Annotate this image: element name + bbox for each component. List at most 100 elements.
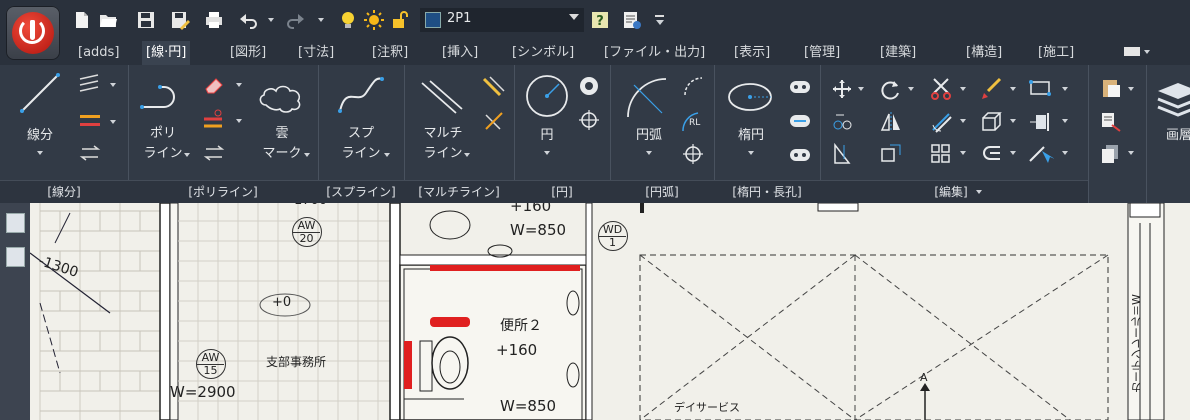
crosshair-circle-icon[interactable] xyxy=(682,143,704,165)
room-name-toilet: 便所２ xyxy=(500,318,542,334)
fillet-icon[interactable] xyxy=(980,143,1002,165)
tab-line-circle[interactable]: [線·円] xyxy=(142,41,191,65)
cloud-label-1[interactable]: 雲 xyxy=(252,125,312,142)
mirror-flag-icon[interactable] xyxy=(832,143,852,165)
save-as-icon[interactable] xyxy=(170,10,190,30)
line-button-label[interactable]: 線分 xyxy=(8,127,72,144)
open-folder-icon[interactable] xyxy=(98,10,118,30)
cloud-label-2[interactable]: マーク xyxy=(252,145,312,162)
redo-dropdown-icon[interactable] xyxy=(316,10,326,30)
paste-icon[interactable] xyxy=(1100,77,1122,99)
chevron-down-icon xyxy=(975,190,982,194)
multiple-lines-icon[interactable] xyxy=(78,73,102,93)
tab-symbol[interactable]: [シンボル] xyxy=(512,41,574,65)
ellipse-button-label[interactable]: 楕円 xyxy=(718,127,784,144)
layer-name: 2P1 xyxy=(447,11,472,26)
tab-file-output[interactable]: [ファイル・出力] xyxy=(604,41,705,65)
line-icon[interactable] xyxy=(18,71,62,115)
polyline-icon[interactable] xyxy=(140,81,186,113)
multiline-label-1[interactable]: マルチ xyxy=(410,125,476,142)
print-icon[interactable] xyxy=(204,10,224,30)
polyline-edit-icon[interactable] xyxy=(202,109,228,131)
section-mark-a: A xyxy=(920,371,928,384)
multiline-edit-icon[interactable] xyxy=(482,75,506,99)
multiline-style-icon[interactable] xyxy=(482,109,506,133)
tab-structure[interactable]: [構造] xyxy=(966,41,1002,65)
offset-icon[interactable] xyxy=(930,111,952,133)
move-icon[interactable] xyxy=(832,79,852,99)
cloud-icon[interactable] xyxy=(256,77,308,113)
left-side-toolbar xyxy=(0,203,30,420)
arc-icon[interactable] xyxy=(624,75,670,121)
unlock-icon[interactable] xyxy=(390,10,410,30)
rotate-icon[interactable] xyxy=(880,79,902,101)
new-file-icon[interactable] xyxy=(72,10,92,30)
polyline-label-1[interactable]: ポリ xyxy=(132,125,194,142)
tab-architecture[interactable]: [建築] xyxy=(880,41,916,65)
select-cursor-icon[interactable] xyxy=(1028,143,1054,165)
slot-arc-icon[interactable] xyxy=(788,113,812,129)
help-icon[interactable]: ? xyxy=(590,10,610,30)
circle-button-label[interactable]: 円 xyxy=(516,127,578,144)
drawing-canvas[interactable]: -1300 1700 AW20 +160 W=850 WD1 +0 AW15 支… xyxy=(0,203,1190,420)
align-icon[interactable] xyxy=(1028,111,1054,133)
circle-panel: 円 [円] xyxy=(514,65,611,203)
slot-pair-icon[interactable] xyxy=(788,147,812,163)
3d-box-icon[interactable] xyxy=(980,111,1002,133)
arc-small-icon[interactable] xyxy=(682,75,704,97)
properties-icon[interactable] xyxy=(622,10,642,30)
copy-objects-icon[interactable] xyxy=(832,111,854,133)
arc-rl-icon[interactable]: RL xyxy=(680,109,706,133)
swap-arrows-icon[interactable] xyxy=(78,143,102,163)
arc-panel-title: [円弧] xyxy=(610,180,714,203)
copy-clip-icon[interactable] xyxy=(1100,111,1122,133)
tab-view[interactable]: [表示] xyxy=(734,41,770,65)
eraser-icon[interactable] xyxy=(202,75,228,95)
tab-insert[interactable]: [挿入] xyxy=(442,41,478,65)
tab-adds[interactable]: [adds] xyxy=(78,41,119,65)
tab-manage[interactable]: [管理] xyxy=(804,41,840,65)
arc-button-label[interactable]: 円弧 xyxy=(616,127,682,144)
spline-icon[interactable] xyxy=(336,75,386,115)
mirror-icon[interactable] xyxy=(880,111,902,133)
arc-panel: 円弧 RL [円弧] xyxy=(610,65,715,203)
brush-icon[interactable] xyxy=(980,77,1004,101)
tab-shapes[interactable]: [図形] xyxy=(230,41,266,65)
circle-panel-title: [円] xyxy=(514,180,610,203)
save-icon[interactable] xyxy=(136,10,156,30)
slot-icon[interactable] xyxy=(788,79,812,95)
tab-dimension[interactable]: [寸法] xyxy=(298,41,334,65)
spline-label-1[interactable]: スプ xyxy=(328,125,394,142)
sun-icon[interactable] xyxy=(364,10,384,30)
undo-icon[interactable] xyxy=(238,10,260,30)
stretch-icon[interactable] xyxy=(880,143,902,165)
edit-panel-title-text: [編集] xyxy=(934,185,968,199)
edit-panel-title[interactable]: [編集] xyxy=(820,180,1088,203)
redo-icon[interactable] xyxy=(286,10,308,30)
ellipse-icon[interactable] xyxy=(726,81,774,113)
swap-arrows-icon[interactable] xyxy=(202,143,226,163)
properties-panel-icon[interactable] xyxy=(6,213,25,233)
array-grid-icon[interactable] xyxy=(930,143,952,165)
rectangle-edit-icon[interactable] xyxy=(1028,77,1054,99)
tag-aw20: AW 20 xyxy=(292,217,322,247)
circle-icon[interactable] xyxy=(524,73,570,119)
layers-icon[interactable] xyxy=(1156,79,1190,119)
tab-construction[interactable]: [施工] xyxy=(1038,41,1074,65)
donut-icon[interactable] xyxy=(578,75,600,97)
trim-scissors-icon[interactable] xyxy=(930,77,954,101)
multiline-icon[interactable] xyxy=(418,77,464,117)
layer-dropdown[interactable]: 2P1 xyxy=(420,8,584,32)
crosshair-circle-icon[interactable] xyxy=(578,109,600,131)
minimize-ribbon-button[interactable] xyxy=(1122,45,1150,59)
width-text-top: W=850 xyxy=(510,221,567,239)
copy-document-icon[interactable] xyxy=(1100,143,1122,165)
application-menu-button[interactable] xyxy=(6,6,60,60)
layout-panel-icon[interactable] xyxy=(6,247,25,267)
layer-button-label[interactable]: 画層 xyxy=(1166,127,1190,144)
line-type-icon[interactable] xyxy=(78,111,102,131)
lightbulb-icon[interactable] xyxy=(338,10,358,30)
tab-annotation[interactable]: [注釈] xyxy=(372,41,408,65)
customize-dropdown-icon[interactable] xyxy=(654,10,664,30)
undo-dropdown-icon[interactable] xyxy=(266,10,276,30)
